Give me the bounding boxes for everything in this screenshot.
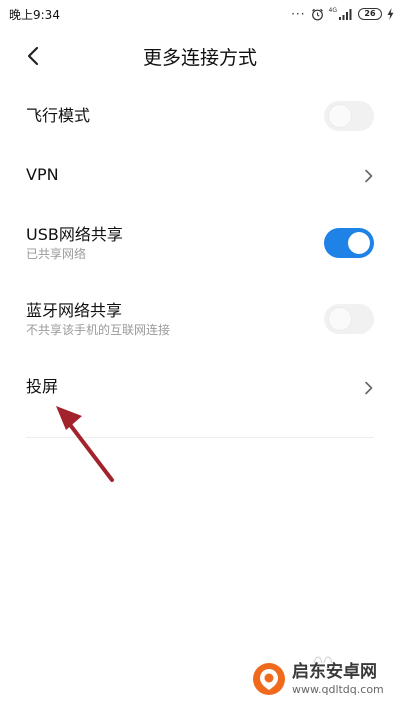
airplane-mode-toggle[interactable] [324,101,374,131]
toggle-knob [348,232,370,254]
bluetooth-tethering-toggle[interactable] [324,304,374,334]
alarm-icon [311,8,324,21]
status-icons: ··· 4G 26 [291,6,394,22]
notification-dots: ··· [291,7,306,21]
watermark-url: www.qdltdq.com [292,682,384,696]
usb-tethering-subtitle: 已共享网络 [26,247,87,261]
bluetooth-tethering-label: 蓝牙网络共享 [26,301,123,320]
usb-tethering-item[interactable]: USB网络共享 已共享网络 [0,225,400,267]
watermark-title: 启东安卓网 [292,661,377,682]
page-title: 更多连接方式 [142,47,257,69]
charging-icon [387,8,394,20]
toggle-knob [329,105,351,127]
site-watermark: 启东安卓网 www.qdltdq.com [252,657,392,701]
vpn-label: VPN [26,165,59,184]
annotation-arrow-icon [40,392,130,487]
toggle-knob [329,308,351,330]
bluetooth-tethering-subtitle: 不共享该手机的互联网连接 [26,323,171,337]
signal-icon [339,8,353,20]
title-bar: 更多连接方式 [0,30,400,86]
screen: 晚上9:34 ··· 4G 26 更多连接方式 飞行模式 VPN USB网络共享… [0,0,400,711]
bluetooth-tethering-item[interactable]: 蓝牙网络共享 不共享该手机的互联网连接 [0,301,400,343]
usb-tethering-toggle[interactable] [324,228,374,258]
watermark-text: 启东安卓网 www.qdltdq.com [292,661,384,696]
status-time: 晚上9:34 [9,8,60,22]
watermark-logo-icon [252,662,286,696]
airplane-mode-item[interactable]: 飞行模式 [0,101,400,131]
battery-icon: 26 [358,8,382,20]
chevron-right-icon [364,380,374,395]
airplane-mode-label: 飞行模式 [26,106,91,125]
status-bar: 晚上9:34 ··· 4G 26 [0,0,400,30]
chevron-right-icon [364,168,374,183]
network-type-label: 4G [328,6,337,14]
vpn-item[interactable]: VPN [0,165,400,189]
usb-tethering-label: USB网络共享 [26,225,123,244]
